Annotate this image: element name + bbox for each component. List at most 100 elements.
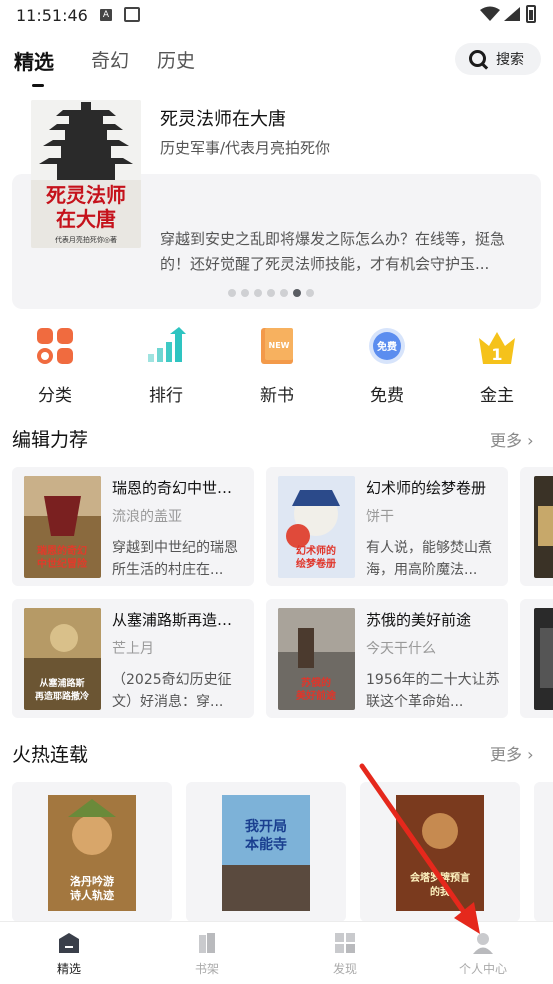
quick-nav-ranking[interactable]: 排行 [121, 322, 211, 408]
carousel-dot-active [293, 289, 301, 297]
book-title: 幻术师的绘梦卷册 [366, 479, 487, 497]
book-author: 今天干什么 [366, 641, 436, 657]
svg-text:免费: 免费 [377, 340, 397, 353]
svg-text:苏俄的: 苏俄的 [301, 676, 331, 689]
bookshelf-icon [199, 933, 215, 953]
svg-text:洛丹吟游: 洛丹吟游 [70, 874, 114, 888]
book-cover: 会塔罗牌预言 的我 [396, 795, 484, 911]
new-book-icon: NEW [261, 328, 293, 364]
book-cover [534, 608, 553, 710]
svg-text:代表月亮拍死你◎著: 代表月亮拍死你◎著 [55, 235, 117, 244]
quick-nav-label: 免费 [370, 386, 404, 406]
book-card[interactable]: 幻术师的 绘梦卷册 幻术师的绘梦卷册 饼干 有人说，能够焚山煮海，用高阶魔法..… [266, 467, 508, 586]
book-card-partial[interactable] [520, 467, 553, 586]
search-label: 搜索 [496, 52, 524, 68]
status-time: 11:51:46 [16, 6, 88, 25]
book-cover: 幻术师的 绘梦卷册 [278, 476, 355, 578]
svg-text:的我: 的我 [430, 885, 450, 898]
search-button[interactable]: 搜索 [455, 43, 541, 75]
banner-book-subtitle: 历史军事/代表月亮拍死你 [160, 139, 331, 157]
carousel-dot [254, 289, 262, 297]
book-title: 瑞恩的奇幻中世纪... [112, 479, 244, 497]
pagoda-cover-art: 死灵法师 在大唐 代表月亮拍死你◎著 [31, 100, 141, 248]
svg-text:瑞恩的奇幻: 瑞恩的奇幻 [37, 544, 87, 557]
bottom-nav-featured[interactable]: 精选 [0, 922, 138, 984]
ranking-icon [148, 327, 186, 362]
tab-featured[interactable]: 精选 [14, 46, 54, 75]
home-book-icon [59, 933, 79, 953]
hot-book-card[interactable]: 洛丹吟游 诗人轨迹 [12, 782, 172, 922]
svg-text:诗人轨迹: 诗人轨迹 [70, 888, 114, 902]
book-card[interactable]: 从塞浦路斯 再造耶路撒冷 从塞浦路斯再造耶... 芒上月 （2025奇幻历史征文… [12, 599, 254, 718]
shopping-bag-icon [124, 7, 140, 22]
carousel-dot [280, 289, 288, 297]
quick-nav-sponsor[interactable]: 1 金主 [452, 322, 542, 408]
svg-text:死灵法师: 死灵法师 [46, 183, 126, 207]
banner-book-cover[interactable]: 死灵法师 在大唐 代表月亮拍死你◎著 [31, 100, 141, 248]
book-cover: 从塞浦路斯 再造耶路撒冷 [24, 608, 101, 710]
carousel-dot [228, 289, 236, 297]
book-card[interactable]: 瑞恩的奇幻 中世纪冒险 瑞恩的奇幻中世纪... 流浪的盖亚 穿越到中世纪的瑞恩所… [12, 467, 254, 586]
book-author: 饼干 [366, 509, 394, 525]
chevron-right-icon: › [522, 745, 534, 764]
book-author: 流浪的盖亚 [112, 509, 182, 525]
svg-text:会塔罗牌预言: 会塔罗牌预言 [410, 871, 470, 884]
category-icon [37, 328, 73, 364]
hot-book-card[interactable]: 会塔罗牌预言 的我 [360, 782, 520, 922]
tab-history[interactable]: 历史 [157, 46, 195, 73]
bottom-nav-bookshelf[interactable]: 书架 [138, 922, 276, 984]
bottom-nav: 精选 书架 发现 个人中心 [0, 921, 553, 984]
editor-picks-more[interactable]: 更多 › [490, 427, 534, 451]
carousel-dot [241, 289, 249, 297]
book-description: （2025奇幻历史征文）好消息：穿... [112, 672, 232, 710]
chevron-right-icon: › [522, 431, 534, 450]
svg-text:绘梦卷册: 绘梦卷册 [296, 557, 336, 570]
editor-picks-title: 编辑力荐 [12, 429, 89, 451]
quick-nav-category[interactable]: 分类 [10, 322, 100, 408]
hot-book-card[interactable]: 我开局 本能寺 [186, 782, 346, 922]
notification-a-icon: A [100, 9, 112, 21]
quick-nav-label: 金主 [480, 386, 514, 406]
svg-text:在大唐: 在大唐 [56, 207, 116, 231]
svg-text:1: 1 [491, 345, 502, 364]
signal-icon [504, 7, 520, 21]
bottom-nav-label: 发现 [332, 962, 357, 976]
book-cover: 我开局 本能寺 [222, 795, 310, 911]
book-cover: 瑞恩的奇幻 中世纪冒险 [24, 476, 101, 578]
svg-text:幻术师的: 幻术师的 [296, 544, 336, 557]
quick-nav-label: 新书 [260, 386, 294, 406]
banner-book-description: 穿越到安史之乱即将爆发之际怎么办？在线等，挺急的！还好觉醒了死灵法师技能，才有机… [160, 230, 506, 273]
carousel-dot [306, 289, 314, 297]
bottom-nav-discover[interactable]: 发现 [276, 922, 414, 984]
svg-text:我开局: 我开局 [245, 819, 287, 835]
more-label: 更多 [490, 431, 523, 450]
svg-text:NEW: NEW [269, 341, 290, 350]
battery-icon [526, 5, 536, 23]
quick-nav-new-books[interactable]: NEW 新书 [232, 322, 322, 408]
book-cover [534, 476, 553, 578]
book-card[interactable]: 苏俄的 美好前途 苏俄的美好前途 今天干什么 1956年的二十大让苏联这个革命始… [266, 599, 508, 718]
svg-text:美好前途: 美好前途 [296, 689, 337, 702]
banner-book-title[interactable]: 死灵法师在大唐 [160, 105, 286, 131]
wifi-icon [480, 6, 500, 21]
quick-nav-label: 分类 [38, 386, 72, 406]
tab-fantasy[interactable]: 奇幻 [91, 46, 129, 73]
book-cover: 洛丹吟游 诗人轨迹 [48, 795, 136, 911]
svg-text:从塞浦路斯: 从塞浦路斯 [39, 677, 84, 689]
bottom-nav-label: 个人中心 [458, 962, 507, 976]
hot-book-card-partial[interactable] [534, 782, 553, 922]
hot-serial-more[interactable]: 更多 › [490, 741, 534, 765]
book-card-partial[interactable] [520, 599, 553, 718]
book-description: 有人说，能够焚山煮海，用高阶魔法... [366, 540, 492, 578]
free-badge-icon: 免费 [369, 328, 405, 364]
svg-text:本能寺: 本能寺 [245, 836, 287, 853]
crown-icon: 1 [479, 332, 515, 364]
bottom-nav-label: 书架 [194, 962, 219, 976]
search-icon [469, 50, 486, 67]
carousel-dots [228, 289, 314, 297]
quick-nav-free[interactable]: 免费 免费 [342, 322, 432, 408]
book-title: 苏俄的美好前途 [366, 611, 472, 629]
bottom-nav-profile[interactable]: 个人中心 [414, 922, 552, 984]
book-description: 穿越到中世纪的瑞恩所生活的村庄在... [112, 540, 238, 578]
book-cover: 苏俄的 美好前途 [278, 608, 355, 710]
